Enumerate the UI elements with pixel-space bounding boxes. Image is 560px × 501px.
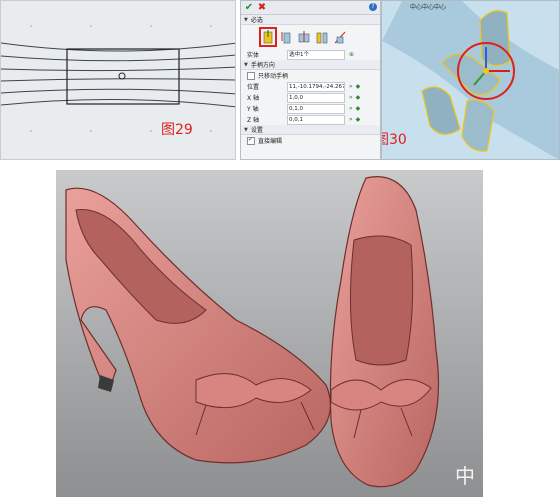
figure29-viewport[interactable]: 图29 xyxy=(0,0,236,160)
figure30-viewport[interactable]: 中心中心中心 图30 xyxy=(381,0,560,160)
entity-row: 实体 选中1个 ⊕ xyxy=(241,49,380,60)
direct-edit-label: 直接编辑 xyxy=(258,138,283,145)
only-move-handle-checkbox[interactable] xyxy=(247,71,255,80)
z-axis-field[interactable]: 0,0,1 xyxy=(287,114,345,125)
dropdown-icon[interactable]: » xyxy=(349,83,353,90)
close-icon[interactable]: ✖ xyxy=(257,2,267,13)
shoe-illustration xyxy=(56,170,483,497)
viewport-title: 中心中心中心 xyxy=(410,3,446,11)
entity-field[interactable]: 选中1个 xyxy=(287,49,345,60)
pick-icon[interactable]: ◆ xyxy=(356,105,361,112)
section-settings-title: 设置 xyxy=(250,127,263,134)
mirror-mode-icon[interactable] xyxy=(315,29,329,45)
sketch-curves xyxy=(1,25,235,132)
section-settings[interactable]: ▼ 设置 xyxy=(241,125,380,135)
mode-icon-row xyxy=(241,25,380,49)
x-axis-row: X 轴 1,0,0 » ◆ xyxy=(241,92,380,103)
pick-icon[interactable]: ◆ xyxy=(356,94,361,101)
figure29-label: 图29 xyxy=(161,122,193,138)
watermark: 中 xyxy=(455,464,475,488)
y-axis-field[interactable]: 0,1,0 xyxy=(287,103,345,114)
position-field[interactable]: 11,-10.1794,-24.2672 xyxy=(287,81,345,92)
only-move-handle-label: 只移动手柄 xyxy=(258,73,289,80)
dialog-toolbar: ✔ ✖ ? xyxy=(241,1,380,15)
direct-edit-row[interactable]: 直接编辑 xyxy=(241,135,380,146)
z-axis-row: Z 轴 0,0,1 » ◆ xyxy=(241,114,380,125)
check-icon[interactable]: ✔ xyxy=(244,2,254,13)
y-axis-row: Y 轴 0,1,0 » ◆ xyxy=(241,103,380,114)
move-mode-icon[interactable] xyxy=(259,27,277,47)
position-row: 位置 11,-10.1794,-24.2672 » ◆ xyxy=(241,81,380,92)
y-axis-label: Y 轴 xyxy=(247,106,259,113)
shoe-render: 中 xyxy=(56,170,483,497)
direct-edit-checkbox[interactable] xyxy=(247,136,255,145)
rotate-mode-icon[interactable] xyxy=(279,29,293,45)
section-required-title: 必选 xyxy=(250,17,263,24)
help-icon[interactable]: ? xyxy=(369,3,377,11)
gizmo-center[interactable] xyxy=(483,68,489,74)
entity-label: 实体 xyxy=(247,52,260,59)
section-handle[interactable]: ▼ 手柄方向 xyxy=(241,60,380,70)
bow-model-view: 中心中心中心 xyxy=(382,1,559,159)
collapse-arrow-icon: ▼ xyxy=(244,126,248,133)
collapse-arrow-icon: ▼ xyxy=(244,61,248,68)
pick-icon[interactable]: ◆ xyxy=(356,116,361,123)
dropdown-icon[interactable]: » xyxy=(349,94,353,101)
section-required[interactable]: ▼ 必选 xyxy=(241,15,380,25)
handle-dialog: ✔ ✖ ? ▼ 必选 实体 选中1个 ⊕ ▼ 手柄方向 只移动手柄 位置 11,… xyxy=(240,0,381,160)
position-label: 位置 xyxy=(247,84,260,91)
only-move-handle-row[interactable]: 只移动手柄 xyxy=(241,70,380,81)
plus-icon[interactable]: ⊕ xyxy=(349,51,354,58)
align-mode-icon[interactable] xyxy=(297,29,311,45)
z-axis-label: Z 轴 xyxy=(247,117,260,124)
collapse-arrow-icon: ▼ xyxy=(244,16,248,23)
dropdown-icon[interactable]: » xyxy=(349,116,353,123)
pick-icon[interactable]: ◆ xyxy=(356,83,361,90)
x-axis-label: X 轴 xyxy=(247,95,260,102)
dropdown-icon[interactable]: » xyxy=(349,105,353,112)
section-handle-title: 手柄方向 xyxy=(250,62,275,69)
x-axis-field[interactable]: 1,0,0 xyxy=(287,92,345,103)
figure30-label: 图30 xyxy=(382,132,407,148)
scale-mode-icon[interactable] xyxy=(333,29,347,45)
